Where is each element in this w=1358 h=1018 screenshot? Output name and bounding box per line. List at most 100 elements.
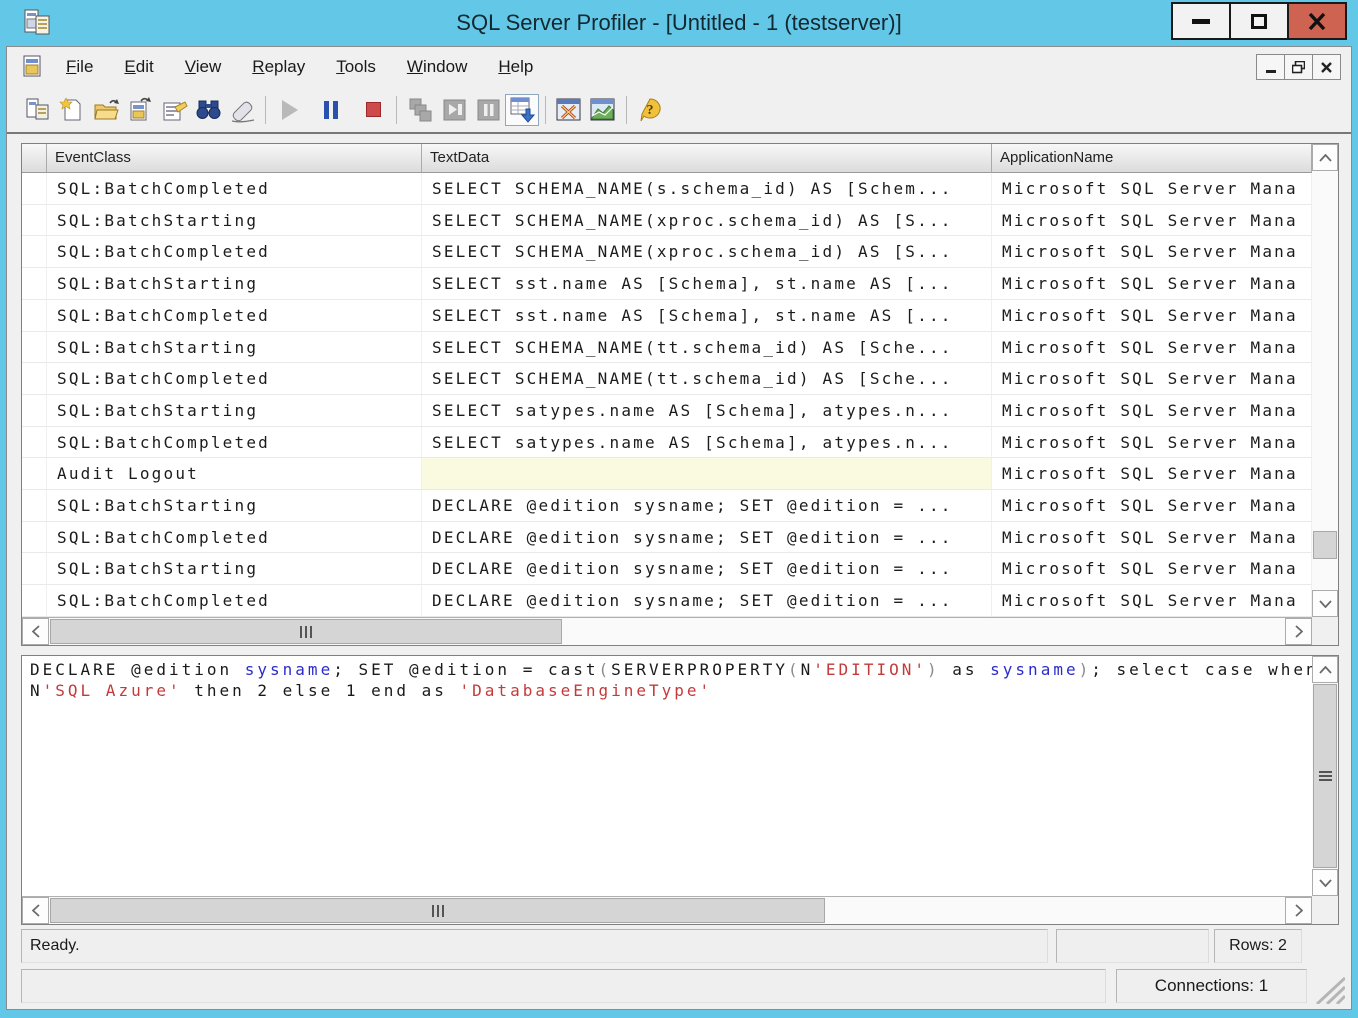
table-row[interactable]: SQL:BatchStartingSELECT satypes.name AS … xyxy=(22,395,1312,427)
profiler-window: File Edit ViewReplay Tools Window Help xyxy=(6,46,1352,1010)
chevron-up-icon xyxy=(1319,154,1332,162)
table-cell xyxy=(22,553,47,585)
mdi-restore-icon xyxy=(1292,61,1305,74)
table-cell: Microsoft SQL Server Mana xyxy=(992,395,1312,427)
toolbar-separator xyxy=(396,96,397,124)
table-cell: SQL:BatchStarting xyxy=(47,205,422,237)
column-header-eventclass[interactable]: EventClass xyxy=(47,144,422,173)
auto-scroll-button[interactable] xyxy=(505,94,539,126)
table-cell: SQL:BatchStarting xyxy=(47,553,422,585)
table-row[interactable]: SQL:BatchStartingSELECT SCHEMA_NAME(tt.s… xyxy=(22,332,1312,364)
column-header-textdata[interactable]: TextData xyxy=(422,144,992,173)
grid-hscroll-thumb[interactable] xyxy=(50,619,562,644)
menu-items: File Edit ViewReplay Tools Window Help xyxy=(55,51,553,83)
detail-hscroll-thumb[interactable] xyxy=(50,898,825,923)
resize-grip-icon[interactable] xyxy=(1307,972,1345,1004)
scrollbar-corner xyxy=(1312,896,1338,924)
mdi-close-button[interactable] xyxy=(1312,54,1341,80)
grid-scroll-right-button[interactable] xyxy=(1285,618,1312,645)
find-button[interactable] xyxy=(191,94,225,126)
tuning-advisor-button[interactable] xyxy=(552,94,586,126)
table-row[interactable]: SQL:BatchCompletedDECLARE @edition sysna… xyxy=(22,585,1312,617)
execute-one-step-button[interactable] xyxy=(403,94,437,126)
menu-help[interactable]: Help xyxy=(487,51,544,83)
menu-window[interactable]: Window xyxy=(396,51,478,83)
rows-count-badge: Rows: 2 xyxy=(1214,929,1302,963)
run-to-cursor-icon xyxy=(441,97,468,123)
grid-scroll-down-button[interactable] xyxy=(1312,590,1338,617)
minimize-button[interactable] xyxy=(1171,2,1231,40)
detail-vscroll-thumb[interactable] xyxy=(1313,684,1337,868)
start-replay-icon xyxy=(278,98,300,122)
table-cell xyxy=(22,236,47,268)
column-header-applicationname[interactable]: ApplicationName xyxy=(992,144,1312,173)
scrollbar-grip xyxy=(300,626,312,638)
code-line: N'SQL Azure' then 2 else 1 end as 'Datab… xyxy=(30,680,1312,701)
mdi-restore-button[interactable] xyxy=(1284,54,1313,80)
table-row[interactable]: SQL:BatchStartingDECLARE @edition sysnam… xyxy=(22,490,1312,522)
properties-button[interactable] xyxy=(157,94,191,126)
chevron-right-icon xyxy=(1295,625,1303,638)
maximize-button[interactable] xyxy=(1229,2,1289,40)
table-cell: Audit Logout xyxy=(47,458,422,490)
table-row[interactable]: SQL:BatchCompletedSELECT satypes.name AS… xyxy=(22,427,1312,459)
run-to-cursor-button[interactable] xyxy=(437,94,471,126)
mdi-minimize-button[interactable] xyxy=(1256,54,1285,80)
status-message: Ready. xyxy=(21,929,1048,963)
clear-trace-button[interactable] xyxy=(225,94,259,126)
table-cell: DECLARE @edition sysname; SET @edition =… xyxy=(422,522,992,554)
performance-monitor-button[interactable] xyxy=(586,94,620,126)
menu-view[interactable]: View xyxy=(174,51,233,83)
table-cell xyxy=(22,173,47,205)
table-row[interactable]: SQL:BatchCompletedSELECT sst.name AS [Sc… xyxy=(22,300,1312,332)
scrollbar-corner xyxy=(1312,617,1338,645)
table-cell: SELECT sst.name AS [Schema], st.name AS … xyxy=(422,300,992,332)
table-row[interactable]: SQL:BatchCompletedSELECT SCHEMA_NAME(s.s… xyxy=(22,173,1312,205)
table-row[interactable]: SQL:BatchCompletedDECLARE @edition sysna… xyxy=(22,522,1312,554)
table-cell: SELECT SCHEMA_NAME(tt.schema_id) AS [Sch… xyxy=(422,332,992,364)
properties-icon xyxy=(161,97,188,123)
table-cell: SQL:BatchStarting xyxy=(47,395,422,427)
table-row[interactable]: SQL:BatchCompletedSELECT SCHEMA_NAME(xpr… xyxy=(22,236,1312,268)
table-row[interactable]: SQL:BatchCompletedSELECT SCHEMA_NAME(tt.… xyxy=(22,363,1312,395)
menu-tools[interactable]: Tools xyxy=(325,51,387,83)
toggle-breakpoint-button[interactable] xyxy=(471,94,505,126)
scrollbar-grip xyxy=(1319,771,1332,781)
table-row[interactable]: SQL:BatchStartingSELECT sst.name AS [Sch… xyxy=(22,268,1312,300)
menu-replay[interactable]: Replay xyxy=(241,51,316,83)
open-trace-button[interactable] xyxy=(89,94,123,126)
title-bar: SQL Server Profiler - [Untitled - 1 (tes… xyxy=(0,0,1358,46)
detail-scroll-down-button[interactable] xyxy=(1312,869,1338,896)
help-button[interactable]: ? xyxy=(633,94,667,126)
new-template-button[interactable] xyxy=(55,94,89,126)
table-cell: SELECT SCHEMA_NAME(tt.schema_id) AS [Sch… xyxy=(422,363,992,395)
grid-scroll-left-button[interactable] xyxy=(22,618,49,645)
pause-replay-button[interactable] xyxy=(314,94,348,126)
pause-replay-icon xyxy=(322,100,340,120)
table-cell xyxy=(22,395,47,427)
detail-pane[interactable]: DECLARE @edition sysname; SET @edition =… xyxy=(21,655,1339,925)
minimize-icon xyxy=(1192,19,1210,24)
table-row[interactable]: SQL:BatchStartingDECLARE @edition sysnam… xyxy=(22,553,1312,585)
start-replay-button[interactable] xyxy=(272,94,306,126)
detail-scroll-left-button[interactable] xyxy=(22,897,49,924)
table-cell xyxy=(422,458,992,490)
save-template-button[interactable] xyxy=(123,94,157,126)
new-trace-button[interactable] xyxy=(21,94,55,126)
grid-vscroll-thumb[interactable] xyxy=(1313,531,1337,559)
table-cell: SQL:BatchCompleted xyxy=(47,427,422,459)
tuning-advisor-icon xyxy=(555,96,583,123)
table-row[interactable]: Audit LogoutMicrosoft SQL Server Mana xyxy=(22,458,1312,490)
table-cell: Microsoft SQL Server Mana xyxy=(992,553,1312,585)
toolbar-separator xyxy=(545,96,546,124)
grid-scroll-up-button[interactable] xyxy=(1312,144,1338,171)
table-row[interactable]: SQL:BatchStartingSELECT SCHEMA_NAME(xpro… xyxy=(22,205,1312,237)
detail-scroll-up-button[interactable] xyxy=(1312,656,1338,683)
connections-count-badge: Connections: 1 xyxy=(1116,969,1307,1003)
detail-scroll-right-button[interactable] xyxy=(1285,897,1312,924)
close-button[interactable] xyxy=(1287,2,1347,40)
menu-edit[interactable]: Edit xyxy=(113,51,164,83)
stop-replay-button[interactable] xyxy=(356,94,390,126)
menu-file[interactable]: File xyxy=(55,51,104,83)
chevron-up-icon xyxy=(1319,666,1332,674)
